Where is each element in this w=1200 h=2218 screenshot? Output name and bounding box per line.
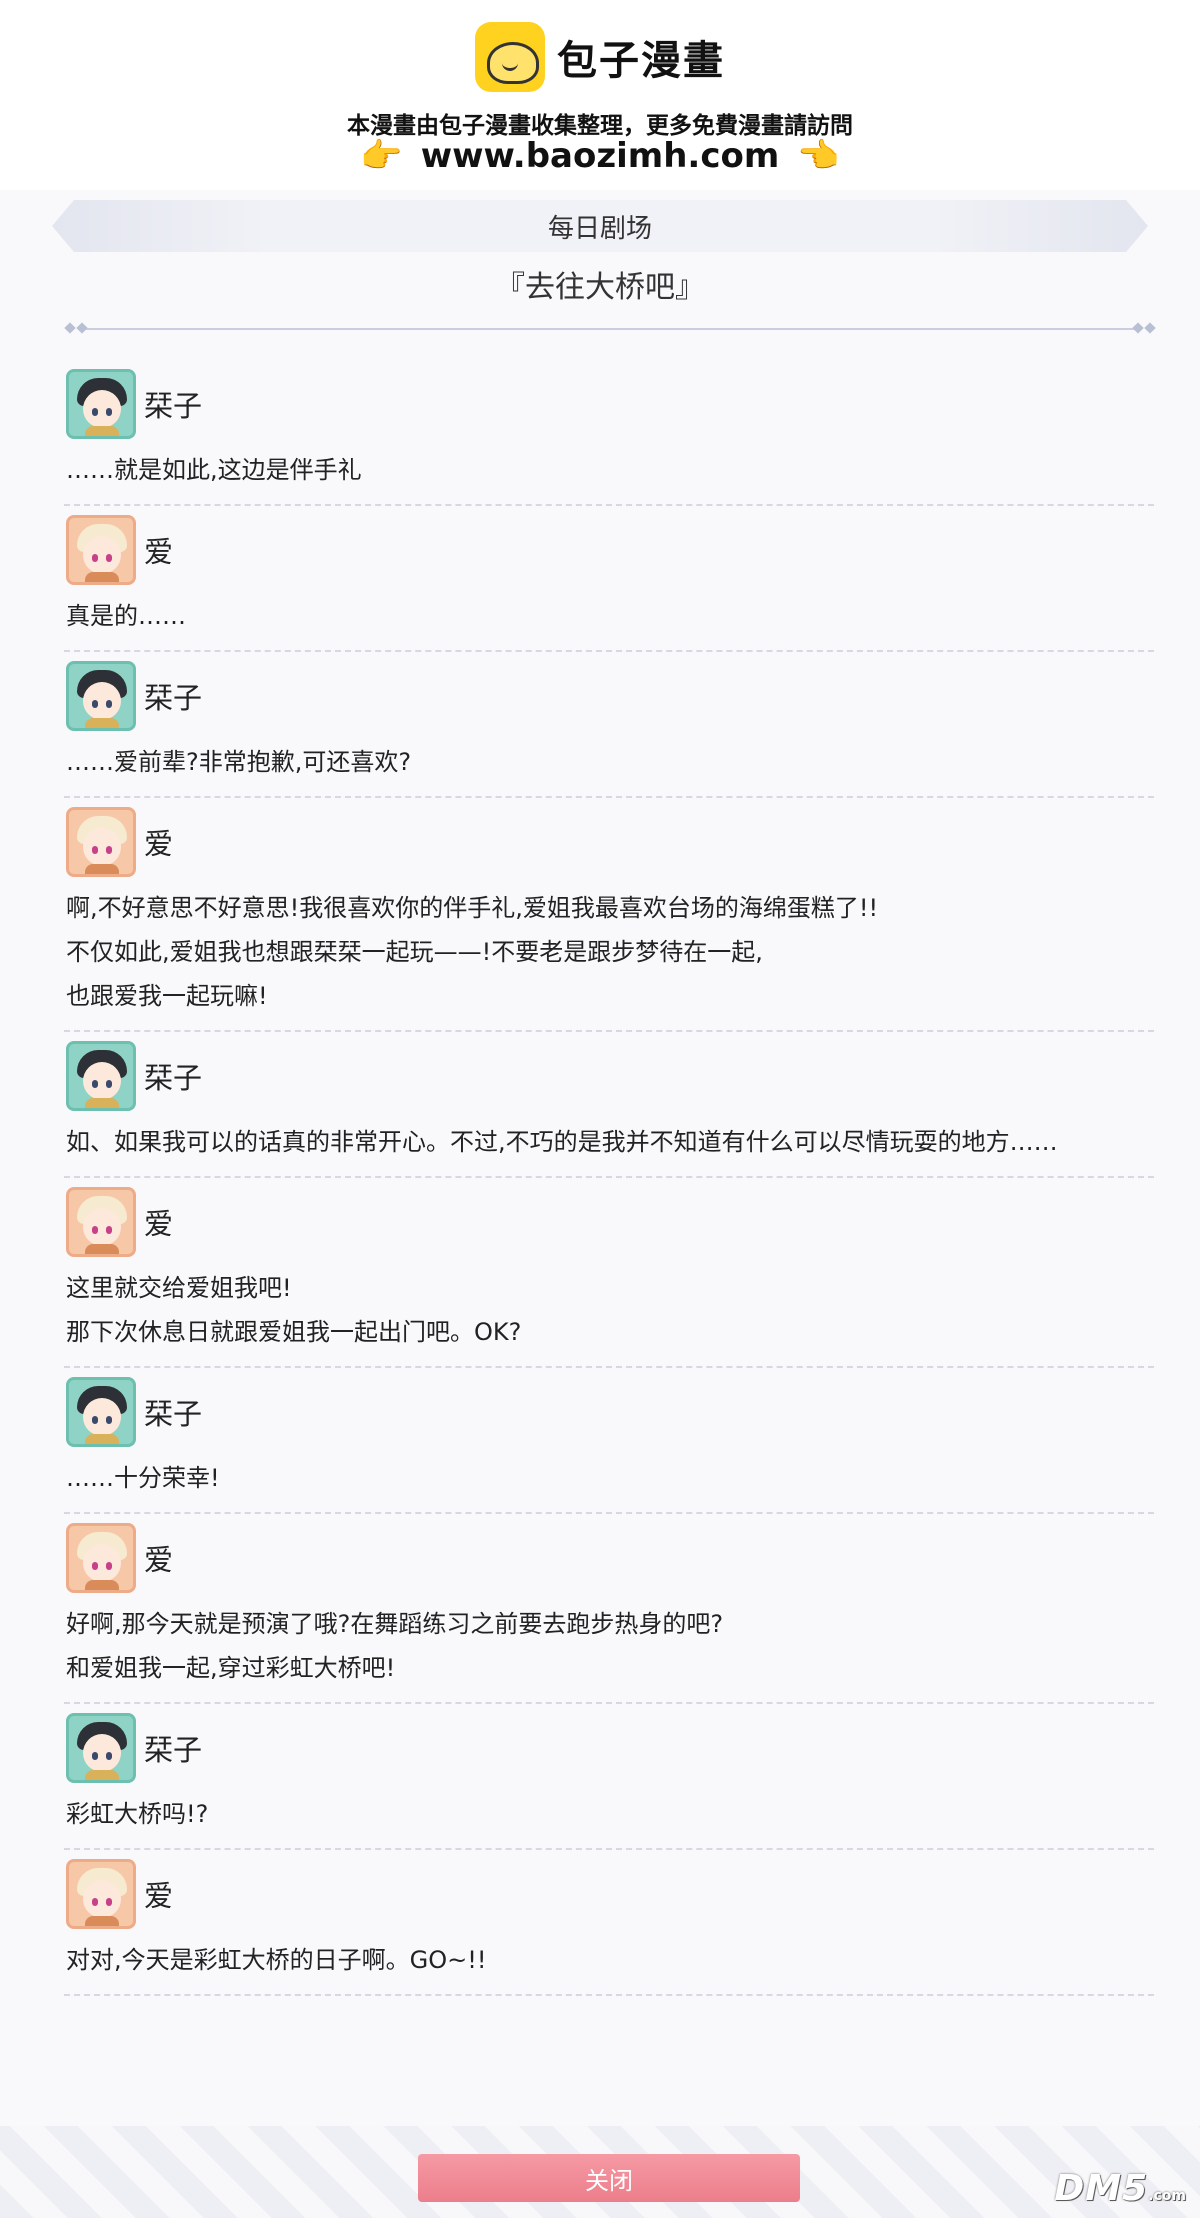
dialogue-line: 真是的…… (66, 602, 186, 630)
ai-avatar (66, 1523, 136, 1593)
dialogue-lines: ……十分荣幸! (66, 1456, 1150, 1500)
dialogue-lines: 真是的…… (66, 594, 1150, 638)
dialogue-line: ……十分荣幸! (66, 1464, 220, 1492)
shioriko-avatar (66, 1377, 136, 1447)
dialogue-entry: 栞子如、如果我可以的话真的非常开心。不过,不巧的是我并不知道有什么可以尽情玩耍的… (64, 1032, 1154, 1178)
dialogue-line: 啊,不好意思不好意思!我很喜欢你的伴手礼,爱姐我最喜欢台场的海绵蛋糕了!! (66, 894, 879, 922)
ai-avatar (66, 1859, 136, 1929)
dialogue-lines: 好啊,那今天就是预演了哦?在舞蹈练习之前要去跑步热身的吧? 和爱姐我一起,穿过彩虹… (66, 1602, 1150, 1690)
dialogue-entry: 爱啊,不好意思不好意思!我很喜欢你的伴手礼,爱姐我最喜欢台场的海绵蛋糕了!! 不仅… (64, 798, 1154, 1032)
speaker-row: 爱 (66, 1520, 1150, 1596)
dialogue-list[interactable]: 栞子 ……就是如此,这边是伴手礼爱真是的…… 栞子 ……爱前辈?非常抱歉,可还喜欢? 爱… (64, 360, 1154, 1996)
dialogue-entry: 爱对对,今天是彩虹大桥的日子啊。GO~!! (64, 1850, 1154, 1996)
modal-title: 每日剧场 (547, 213, 652, 244)
ai-avatar (66, 515, 136, 585)
dialogue-entry: 栞子 ……十分荣幸! (64, 1368, 1154, 1514)
divider-diamond-icon (1144, 322, 1156, 334)
speaker-name: 爱 (144, 1207, 174, 1241)
dialogue-line: ……就是如此,这边是伴手礼 (66, 456, 362, 484)
dialogue-line: 那下次休息日就跟爱姐我一起出门吧。OK? (66, 1318, 522, 1346)
divider-diamond-icon (1132, 322, 1144, 334)
dialogue-entry: 爱真是的…… (64, 506, 1154, 652)
dialogue-entry: 爱这里就交给爱姐我吧! 那下次休息日就跟爱姐我一起出门吧。OK? (64, 1178, 1154, 1368)
speaker-row: 栞子 (66, 658, 1150, 734)
shioriko-avatar (66, 661, 136, 731)
baozi-logo-icon (475, 22, 545, 92)
speaker-row: 爱 (66, 804, 1150, 880)
speaker-name: 栞子 (144, 389, 203, 423)
dialogue-line: 彩虹大桥吗!? (66, 1800, 209, 1828)
watermark-url[interactable]: www.baozimh.com (421, 136, 780, 176)
speaker-row: 栞子 (66, 1710, 1150, 1786)
speaker-row: 爱 (66, 1856, 1150, 1932)
ai-avatar (66, 807, 136, 877)
divider-line (80, 328, 1140, 330)
dialogue-lines: ……就是如此,这边是伴手礼 (66, 448, 1150, 492)
watermark-header: 包子漫畫 本漫畫由包子漫畫收集整理，更多免費漫畫請訪問 👉 www.baozim… (0, 0, 1200, 190)
modal-title-bar: 每日剧场 (52, 200, 1148, 252)
dialogue-line: 也跟爱我一起玩嘛! (66, 982, 268, 1010)
title-divider (64, 322, 1156, 334)
watermark-url-row: 👉 www.baozimh.com 👈 (0, 136, 1200, 176)
speaker-name: 爱 (144, 1543, 174, 1577)
speaker-row: 爱 (66, 1184, 1150, 1260)
dialogue-entry: 栞子 ……就是如此,这边是伴手礼 (64, 360, 1154, 506)
dialogue-line: 这里就交给爱姐我吧! (66, 1274, 292, 1302)
pointing-right-hand-icon: 👉 (360, 136, 403, 176)
dialogue-lines: 如、如果我可以的话真的非常开心。不过,不巧的是我并不知道有什么可以尽情玩耍的地方… (66, 1120, 1150, 1164)
speaker-name: 爱 (144, 827, 174, 861)
dialogue-entry: 栞子彩虹大桥吗!? (64, 1704, 1154, 1850)
dialogue-entry: 栞子 ……爱前辈?非常抱歉,可还喜欢? (64, 652, 1154, 798)
shioriko-avatar (66, 1713, 136, 1783)
ai-avatar (66, 1187, 136, 1257)
dialogue-lines: 这里就交给爱姐我吧! 那下次休息日就跟爱姐我一起出门吧。OK? (66, 1266, 1150, 1354)
close-button[interactable]: 关闭 (418, 2154, 800, 2202)
speaker-name: 栞子 (144, 1397, 203, 1431)
pointing-left-hand-icon: 👈 (797, 136, 840, 176)
shioriko-avatar (66, 369, 136, 439)
speaker-name: 爱 (144, 535, 174, 569)
close-button-label: 关闭 (585, 2166, 633, 2195)
dialogue-line: 对对,今天是彩虹大桥的日子啊。GO~!! (66, 1946, 487, 1974)
speaker-name: 爱 (144, 1879, 174, 1913)
speaker-name: 栞子 (144, 1733, 203, 1767)
dialogue-lines: 对对,今天是彩虹大桥的日子啊。GO~!! (66, 1938, 1150, 1982)
dialogue-line: 如、如果我可以的话真的非常开心。不过,不巧的是我并不知道有什么可以尽情玩耍的地方… (66, 1128, 1058, 1156)
dialogue-lines: 彩虹大桥吗!? (66, 1792, 1150, 1836)
speaker-row: 栞子 (66, 366, 1150, 442)
watermark-brand: 包子漫畫 (557, 38, 725, 84)
story-title: 『去往大桥吧』 (495, 270, 705, 305)
watermark-logo-row: 包子漫畫 (0, 22, 1200, 92)
divider-diamond-icon (64, 322, 76, 334)
speaker-row: 栞子 (66, 1038, 1150, 1114)
dialogue-line: 好啊,那今天就是预演了哦?在舞蹈练习之前要去跑步热身的吧? (66, 1610, 724, 1638)
shioriko-avatar (66, 1041, 136, 1111)
dialogue-lines: 啊,不好意思不好意思!我很喜欢你的伴手礼,爱姐我最喜欢台场的海绵蛋糕了!! 不仅如… (66, 886, 1150, 1018)
dm5-site-logo: DM5.com (1054, 2168, 1186, 2209)
dialogue-line: 不仅如此,爱姐我也想跟栞栞一起玩——!不要老是跟步梦待在一起, (66, 938, 763, 966)
divider-diamond-icon (76, 322, 88, 334)
speaker-row: 栞子 (66, 1374, 1150, 1450)
speaker-name: 栞子 (144, 1061, 203, 1095)
dialogue-entry: 爱好啊,那今天就是预演了哦?在舞蹈练习之前要去跑步热身的吧? 和爱姐我一起,穿过彩… (64, 1514, 1154, 1704)
speaker-row: 爱 (66, 512, 1150, 588)
dm5-logo-text: DM5 (1054, 2168, 1149, 2209)
dialogue-line: ……爱前辈?非常抱歉,可还喜欢? (66, 748, 412, 776)
dialogue-lines: ……爱前辈?非常抱歉,可还喜欢? (66, 740, 1150, 784)
dialogue-line: 和爱姐我一起,穿过彩虹大桥吧! (66, 1654, 396, 1682)
watermark-notice: 本漫畫由包子漫畫收集整理，更多免費漫畫請訪問 (347, 113, 853, 139)
dm5-logo-suffix: .com (1148, 2188, 1186, 2204)
speaker-name: 栞子 (144, 681, 203, 715)
